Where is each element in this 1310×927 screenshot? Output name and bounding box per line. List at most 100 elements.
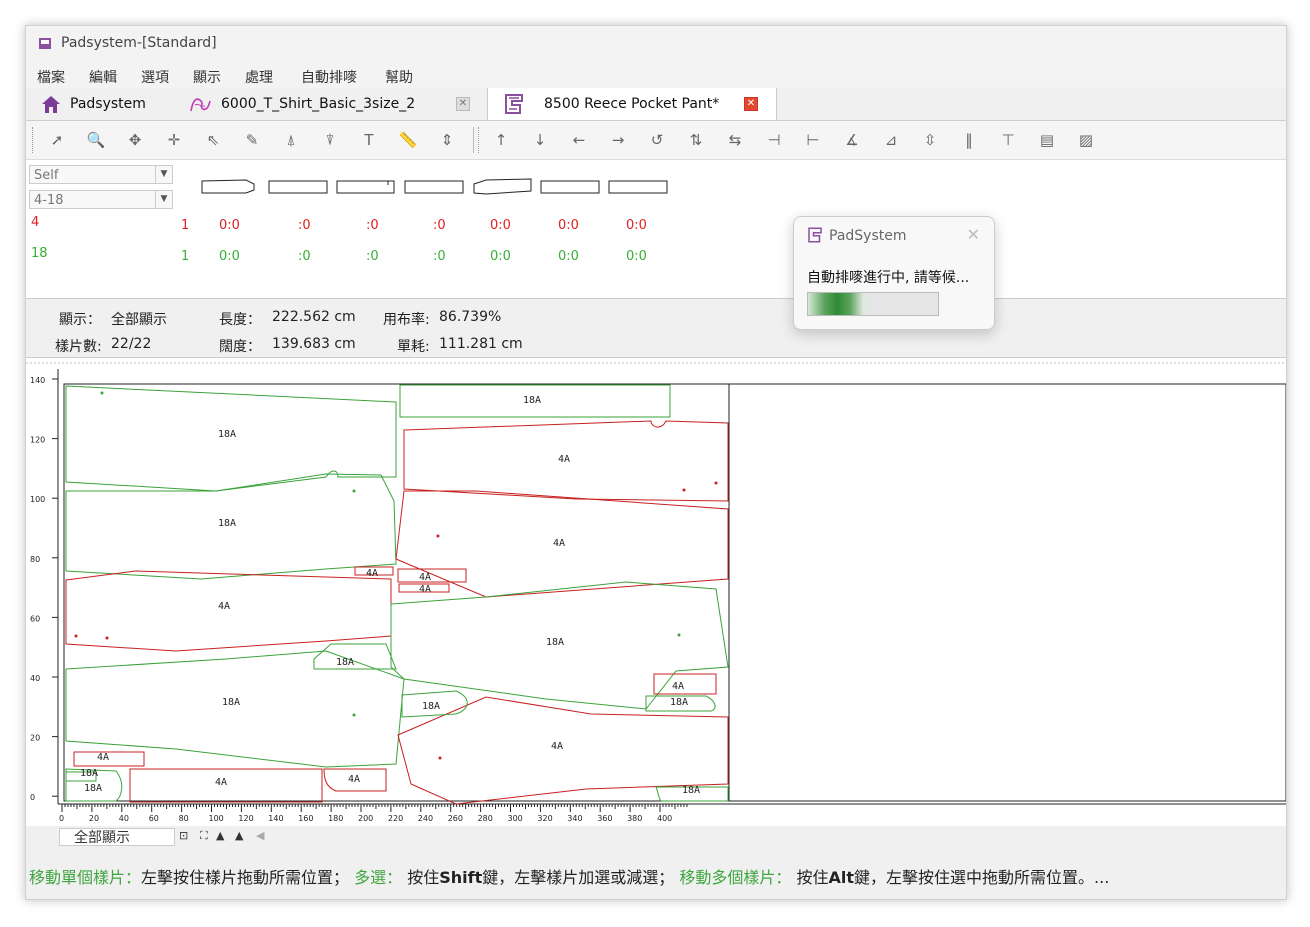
drill-hole [436,534,440,538]
piece-label: 4A [97,752,109,763]
x-tick-label: 260 [448,814,463,823]
piece-label: 18A [218,518,236,529]
ruler-icon[interactable]: 📏 [397,129,419,151]
x-tick-label: 360 [597,814,612,823]
expand-icon[interactable]: ⛶ [200,829,208,843]
menu-display[interactable]: 顯示 [193,67,221,87]
close-icon[interactable]: ✕ [744,97,758,111]
mountain-solid-icon[interactable]: ▲ [235,829,243,842]
padsystem-icon [808,227,822,243]
flip-vertical-icon[interactable]: ⇅ [685,129,707,151]
pattern-piece[interactable] [397,568,467,583]
spacing-icon[interactable]: ⇕ [436,129,458,151]
move-down-icon[interactable]: ↓ [529,129,551,151]
piece-thumbnail[interactable] [404,180,464,194]
rotate-icon[interactable]: ↺ [646,129,668,151]
unit-usage-value: 111.281 cm [439,336,523,352]
progress-bar [807,292,939,316]
tab-reece-pocket-pant[interactable]: 8500 Reece Pocket Pant* ✕ [487,88,777,120]
status-text: 鍵，左擊按住選中拖動所需位置。... [854,868,1110,887]
menu-file[interactable]: 檔案 [37,67,65,87]
display-mode-select[interactable]: 全部顯示 [59,828,175,846]
pointer-icon[interactable]: ⇖ [202,129,224,151]
mountain-icon[interactable]: ▲ [216,829,224,842]
pattern-piece[interactable] [653,673,717,695]
edit-icon[interactable]: ✎ [241,129,263,151]
status-move-single-label: 移動單個樣片： [29,868,142,887]
menu-edit[interactable]: 編輯 [89,67,117,87]
piece-count: :0 [433,218,446,233]
drill-hole [100,391,104,395]
mode-select[interactable]: Self ▼ [29,165,173,184]
piece-thumbnail[interactable] [608,180,668,194]
tab-tshirt[interactable]: 6000_T_Shirt_Basic_3size_2 ✕ [173,88,486,120]
display-value: 全部顯示 [111,312,167,328]
distribute-icon[interactable]: ⇳ [919,129,941,151]
piece-count: 0:0 [490,218,511,233]
flip-horizontal-icon[interactable]: ⇆ [724,129,746,151]
bars-icon[interactable]: ‖ [958,129,980,151]
bottom-panel: 全部顯示 ⊡ ⛶ ▲ ▲ ◀ 移動單個樣片：左擊按住樣片拖動所需位置； 多選： … [26,826,1286,899]
x-ruler: 0 20 40 60 80 100 120 140 160 180 200 220 240 260 280 3… [59,804,688,823]
move-left-icon[interactable]: ← [568,129,590,151]
select-arrow-icon[interactable]: ➚ [46,129,68,151]
chevron-down-icon: ▼ [155,166,172,183]
x-tick-label: 300 [508,814,523,823]
piece-thumbnail[interactable] [540,180,600,194]
chevron-down-icon: ▼ [155,191,172,208]
top-line-icon[interactable]: ⊤ [997,129,1019,151]
shade-icon[interactable]: ▨ [1075,129,1097,151]
text-icon[interactable]: T [358,129,380,151]
align-left-icon[interactable]: ⊣ [763,129,785,151]
piece-labels: 18A18A4A18A4A4A4A 4A4A18A18A18A4A18A 18A4A… [80,395,700,796]
y-tick-label: 80 [30,555,40,564]
move-icon[interactable]: ✥ [124,129,146,151]
piece-thumbnail[interactable] [336,180,395,194]
align-right-icon[interactable]: ⊢ [802,129,824,151]
piece-thumbnail[interactable] [201,179,255,194]
length-value: 222.562 cm [272,309,356,325]
tilt-icon[interactable]: ⊿ [880,129,902,151]
menu-help[interactable]: 幫助 [385,67,413,87]
move-right-icon[interactable]: → [607,129,629,151]
drill-hole [682,488,686,492]
close-icon[interactable]: ✕ [456,97,470,111]
status-move-multi-label: 移動多個樣片： [679,868,792,887]
pattern-piece[interactable] [313,643,397,670]
dialog-title: PadSystem [829,228,907,244]
tab-padsystem[interactable]: Padsystem [26,88,172,120]
close-icon[interactable]: ✕ [967,225,980,244]
menu-process[interactable]: 處理 [245,67,273,87]
width-label: 闊度： [219,339,261,355]
piece-thumbnails [201,178,668,195]
x-tick-label: 0 [59,814,64,823]
piece-label: 18A [682,785,700,796]
pan-icon[interactable]: ✛ [163,129,185,151]
x-tick-label: 20 [89,814,99,823]
align-bottom-icon[interactable]: ⍒ [319,129,341,151]
size-range-select[interactable]: 4-18 ▼ [29,190,173,209]
align-top-icon[interactable]: ⍋ [280,129,302,151]
move-up-icon[interactable]: ↑ [490,129,512,151]
toolbar: ➚ 🔍 ✥ ✛ ⇖ ✎ ⍋ ⍒ T 📏 ⇕ ↑ ↓ ← → ↺ ⇅ ⇆ ⊣ ⊢ ∡ ⊿ ⇳ ‖ ⊤ ▤ ▨ [26,121,1286,160]
layer-icon[interactable]: ▤ [1036,129,1058,151]
menu-auto-marker[interactable]: 自動排嘜 [301,67,357,87]
arrow-left-icon[interactable]: ◀ [256,829,264,842]
toolbar-grip[interactable] [32,127,35,153]
piece-count: 0:0 [626,249,647,264]
zoom-icon[interactable]: 🔍 [85,129,107,151]
fit-icon[interactable]: ⊡ [179,829,188,842]
piece-thumbnail[interactable] [268,180,328,194]
rotate-angle-icon[interactable]: ∡ [841,129,863,151]
app-icon [39,38,51,49]
piece-thumbnail[interactable] [473,178,532,195]
marker-canvas[interactable]: 140 120 100 80 60 40 20 0 0 20 40 60 80 100 120 140 160… [26,359,1286,825]
piece-count: :0 [298,218,311,233]
toolbar-grip[interactable] [478,127,481,153]
menu-options[interactable]: 選項 [141,67,169,87]
marker-layout[interactable]: 140120100806040200 0 20 40 60 80 100 120 140 160… [26,359,1286,825]
pattern-piece[interactable] [65,650,405,768]
piece-count: 1 [181,249,190,264]
piece-label: 4A [419,572,431,583]
piece-label: 4A [672,681,684,692]
